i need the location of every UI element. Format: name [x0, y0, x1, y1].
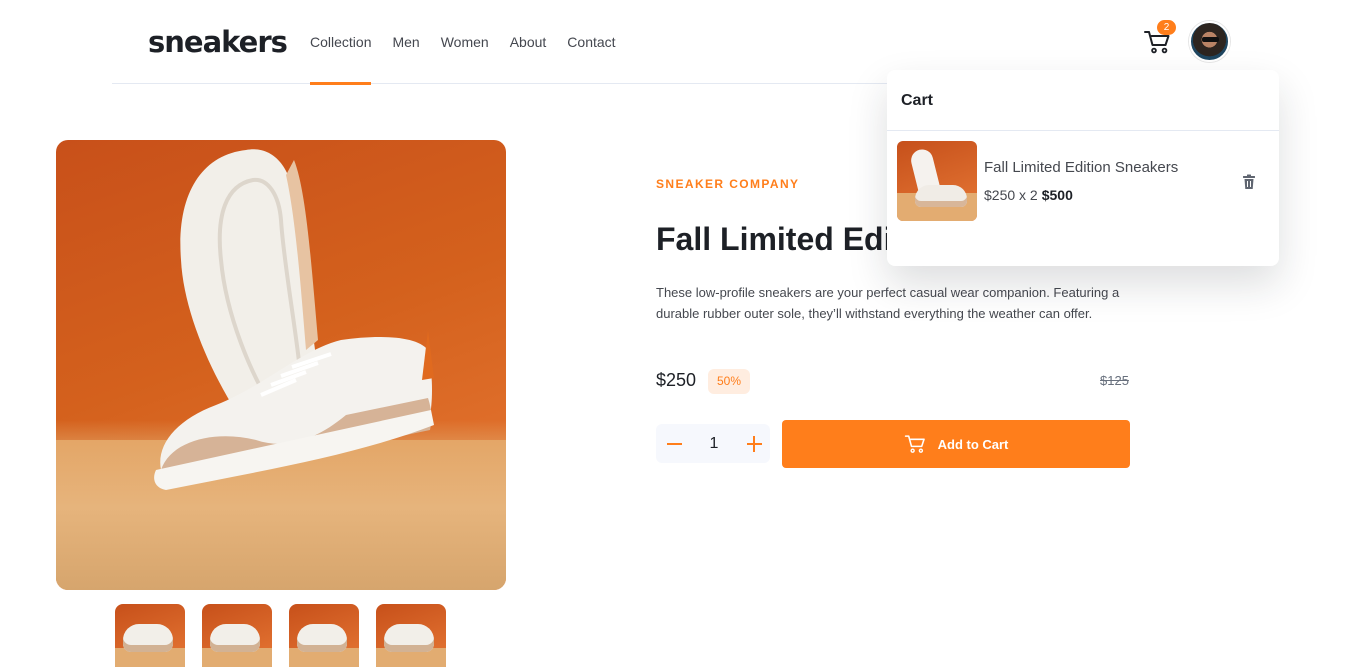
cart-icon [904, 435, 925, 453]
product-description: These low-profile sneakers are your perf… [656, 285, 1120, 321]
quantity-stepper: 1 [656, 424, 770, 463]
avatar-glasses [1202, 37, 1219, 42]
nav-item-women[interactable]: Women [441, 0, 489, 84]
add-to-cart-button[interactable]: Add to Cart [782, 420, 1130, 468]
main-nav: Collection Men Women About Contact [310, 0, 637, 85]
cart-item-name: Fall Limited Edition Sneakers [984, 159, 1179, 176]
plus-icon[interactable] [736, 424, 772, 463]
nav-item-about[interactable]: About [510, 0, 547, 84]
nav-item-men[interactable]: Men [392, 0, 419, 84]
nav-item-contact[interactable]: Contact [567, 0, 615, 84]
thumbnail-1[interactable] [115, 604, 185, 667]
trash-icon[interactable] [1242, 174, 1256, 190]
cart-item-total: $500 [1041, 187, 1073, 203]
quantity-value: 1 [709, 435, 719, 452]
thumbnail-2[interactable] [202, 604, 272, 667]
thumbnail-4[interactable] [376, 604, 446, 667]
add-to-cart-label: Add to Cart [937, 436, 1009, 452]
logo[interactable]: sneakers [148, 25, 288, 59]
cart-count-badge: 2 [1157, 20, 1176, 35]
nav-item-collection[interactable]: Collection [310, 0, 372, 85]
product-main-image[interactable] [56, 140, 506, 590]
cart-item-thumbnail [897, 141, 977, 221]
thumbnail-strip [115, 604, 446, 667]
cart-item-price-line: $250 x 2 $500 [984, 187, 1073, 203]
avatar[interactable] [1189, 21, 1230, 62]
original-price: $125 [1100, 373, 1129, 388]
cart-dropdown: Cart Fall Limited Edition Sneakers $250 … [887, 70, 1279, 266]
cart-title: Cart [901, 92, 934, 109]
product-price: $250 [656, 370, 697, 390]
minus-icon[interactable] [656, 424, 692, 463]
sneaker-illustration [154, 149, 434, 490]
product-brand: SNEAKER COMPANY [656, 177, 800, 191]
thumbnail-3[interactable] [289, 604, 359, 667]
cart-divider [887, 130, 1279, 131]
discount-badge: 50% [708, 369, 750, 394]
cart-item-calc: $250 x 2 [984, 187, 1038, 203]
